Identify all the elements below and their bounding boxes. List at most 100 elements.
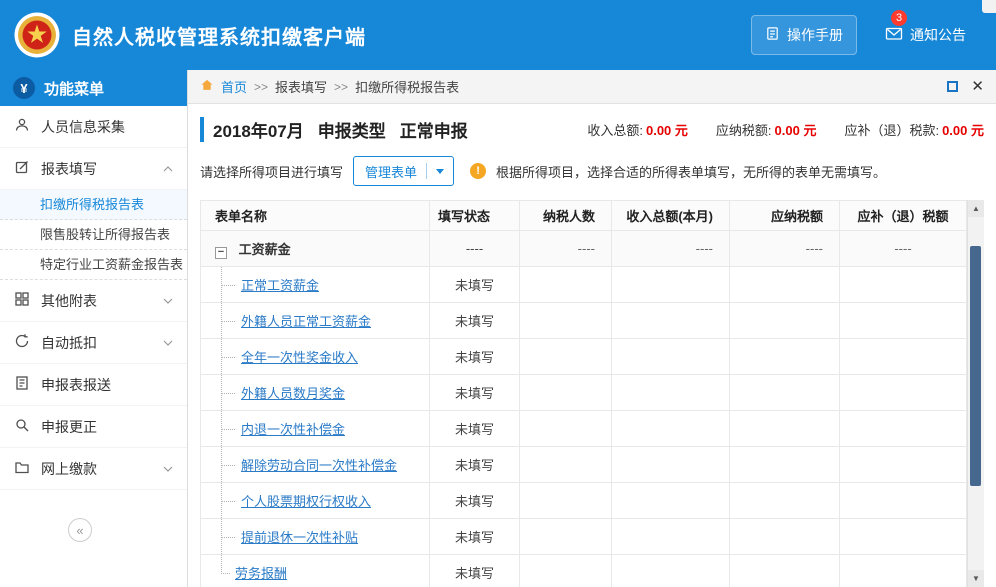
form-name-link[interactable]: 外籍人员数月奖金	[241, 386, 345, 401]
person-icon	[14, 117, 30, 136]
chevron-down-icon	[163, 466, 173, 472]
edit-icon	[14, 159, 30, 178]
document-icon	[765, 26, 780, 44]
manage-forms-button[interactable]: 管理表单	[353, 156, 454, 186]
column-header-refund: 应补（退）税额	[840, 201, 967, 231]
form-name-link[interactable]: 内退一次性补偿金	[241, 422, 345, 437]
table-header-row: 表单名称 填写状态 纳税人数 收入总额(本月) 应纳税额 应补（退）税额	[201, 201, 967, 231]
refund-cell	[840, 267, 967, 303]
app-title: 自然人税收管理系统扣缴客户端	[72, 21, 366, 50]
form-name-link[interactable]: 正常工资薪金	[241, 278, 319, 293]
taxpayers-cell	[520, 483, 612, 519]
column-header-tax: 应纳税额	[730, 201, 840, 231]
taxpayers-cell	[520, 267, 612, 303]
notice-button-label: 通知公告	[910, 25, 966, 45]
vertical-scrollbar[interactable]: ▲ ▼	[967, 200, 984, 587]
scroll-up-arrow-icon[interactable]: ▲	[968, 200, 984, 217]
submenu-item-specific-industry-report[interactable]: 特定行业工资薪金报告表	[0, 250, 187, 280]
summary-stats: 收入总额:0.00 元 应纳税额:0.00 元 应补（退）税款:0.00 元	[587, 120, 984, 139]
submenu-item-restricted-shares-report[interactable]: 限售股转让所得报告表	[0, 220, 187, 250]
breadcrumb-current-page: 扣缴所得税报告表	[355, 77, 459, 96]
taxpayers-cell	[520, 447, 612, 483]
table-row: 内退一次性补偿金 未填写	[201, 411, 967, 447]
home-icon	[200, 78, 214, 95]
tax-cell	[730, 375, 840, 411]
sidebar-collapse-button[interactable]: «	[68, 518, 92, 542]
taxpayers-cell: ----	[520, 231, 612, 267]
sidebar-item-declaration-correction[interactable]: 申报更正	[0, 406, 187, 448]
file-lines-icon	[14, 375, 30, 394]
refund-cell	[840, 555, 967, 587]
tax-cell	[730, 267, 840, 303]
sidebar-item-online-payment[interactable]: 网上缴款	[0, 448, 187, 490]
income-cell	[612, 411, 730, 447]
sidebar-item-report-filling[interactable]: 报表填写	[0, 148, 187, 190]
tax-cell	[730, 339, 840, 375]
breadcrumb-home[interactable]: 首页	[221, 77, 247, 96]
manual-button[interactable]: 操作手册	[751, 15, 857, 55]
income-cell	[612, 267, 730, 303]
envelope-icon	[885, 26, 903, 44]
breadcrumb-report-filling[interactable]: 报表填写	[275, 77, 327, 96]
sidebar-item-personnel-info[interactable]: 人员信息采集	[0, 106, 187, 148]
taxpayers-cell	[520, 519, 612, 555]
notice-badge: 3	[891, 10, 907, 26]
sidebar-item-auto-deduction[interactable]: 自动抵扣	[0, 322, 187, 364]
fill-status-cell: 未填写	[430, 555, 520, 587]
sidebar-item-other-schedules[interactable]: 其他附表	[0, 280, 187, 322]
form-name-link[interactable]: 个人股票期权行权收入	[241, 494, 371, 509]
close-icon[interactable]: ✕	[971, 79, 984, 94]
fill-status-cell: 未填写	[430, 411, 520, 447]
chevron-down-icon	[163, 298, 173, 304]
table-row: 全年一次性奖金收入 未填写	[201, 339, 967, 375]
submenu-item-withholding-tax-report[interactable]: 扣缴所得税报告表	[0, 190, 187, 220]
form-name-link[interactable]: 外籍人员正常工资薪金	[241, 314, 371, 329]
tax-cell: ----	[730, 231, 840, 267]
tree-collapse-icon[interactable]	[215, 247, 227, 259]
column-header-taxpayers: 纳税人数	[520, 201, 612, 231]
total-income-value: 0.00 元	[646, 123, 688, 138]
form-name-link[interactable]: 提前退休一次性补贴	[241, 530, 358, 545]
fill-status-cell: 未填写	[430, 447, 520, 483]
form-name-link[interactable]: 解除劳动合同一次性补偿金	[241, 458, 397, 473]
tax-cell	[730, 519, 840, 555]
declaration-type-label: 申报类型	[318, 117, 386, 142]
sidebar-item-declaration-submission[interactable]: 申报表报送	[0, 364, 187, 406]
form-name-link[interactable]: 工资薪金	[239, 242, 291, 257]
column-header-income: 收入总额(本月)	[612, 201, 730, 231]
tax-cell	[730, 303, 840, 339]
income-cell	[612, 483, 730, 519]
sidebar-header: ¥ 功能菜单	[0, 70, 187, 106]
select-hint-text: 请选择所得项目进行填写	[200, 162, 343, 181]
scrollbar-thumb[interactable]	[970, 246, 981, 486]
income-cell	[612, 519, 730, 555]
main-content: 首页 >> 报表填写 >> 扣缴所得税报告表 ✕ 2018年07月 申报类型 正…	[188, 70, 996, 587]
income-cell: ----	[612, 231, 730, 267]
form-name-link[interactable]: 劳务报酬	[235, 566, 287, 581]
table-row: 提前退休一次性补贴 未填写	[201, 519, 967, 555]
tax-payable-value: 0.00 元	[775, 123, 817, 138]
income-cell	[612, 555, 730, 587]
refund-cell	[840, 411, 967, 447]
restore-window-icon[interactable]	[947, 81, 958, 92]
forms-table-container: 表单名称 填写状态 纳税人数 收入总额(本月) 应纳税额 应补（退）税额 工资薪…	[200, 200, 984, 587]
fill-status-cell: 未填写	[430, 483, 520, 519]
folder-icon	[14, 459, 30, 478]
scroll-down-arrow-icon[interactable]: ▼	[968, 570, 984, 587]
tax-payable-stat: 应纳税额:0.00 元	[716, 120, 817, 139]
app-header: 自然人税收管理系统扣缴客户端 操作手册 3 通知公告	[0, 0, 996, 70]
page-title: 2018年07月 申报类型 正常申报	[200, 117, 468, 142]
notice-button[interactable]: 3 通知公告	[883, 19, 968, 51]
info-icon: !	[470, 163, 486, 179]
report-filling-submenu: 扣缴所得税报告表 限售股转让所得报告表 特定行业工资薪金报告表	[0, 190, 187, 280]
table-row: 个人股票期权行权收入 未填写	[201, 483, 967, 519]
fill-status-cell: 未填写	[430, 267, 520, 303]
refund-cell	[840, 339, 967, 375]
tax-cell	[730, 411, 840, 447]
form-name-link[interactable]: 全年一次性奖金收入	[241, 350, 358, 365]
fill-status-cell: ----	[430, 231, 520, 267]
dropdown-caret-icon	[426, 163, 453, 179]
fill-status-cell: 未填写	[430, 339, 520, 375]
fill-status-cell: 未填写	[430, 519, 520, 555]
declaration-period: 2018年07月	[213, 117, 304, 142]
